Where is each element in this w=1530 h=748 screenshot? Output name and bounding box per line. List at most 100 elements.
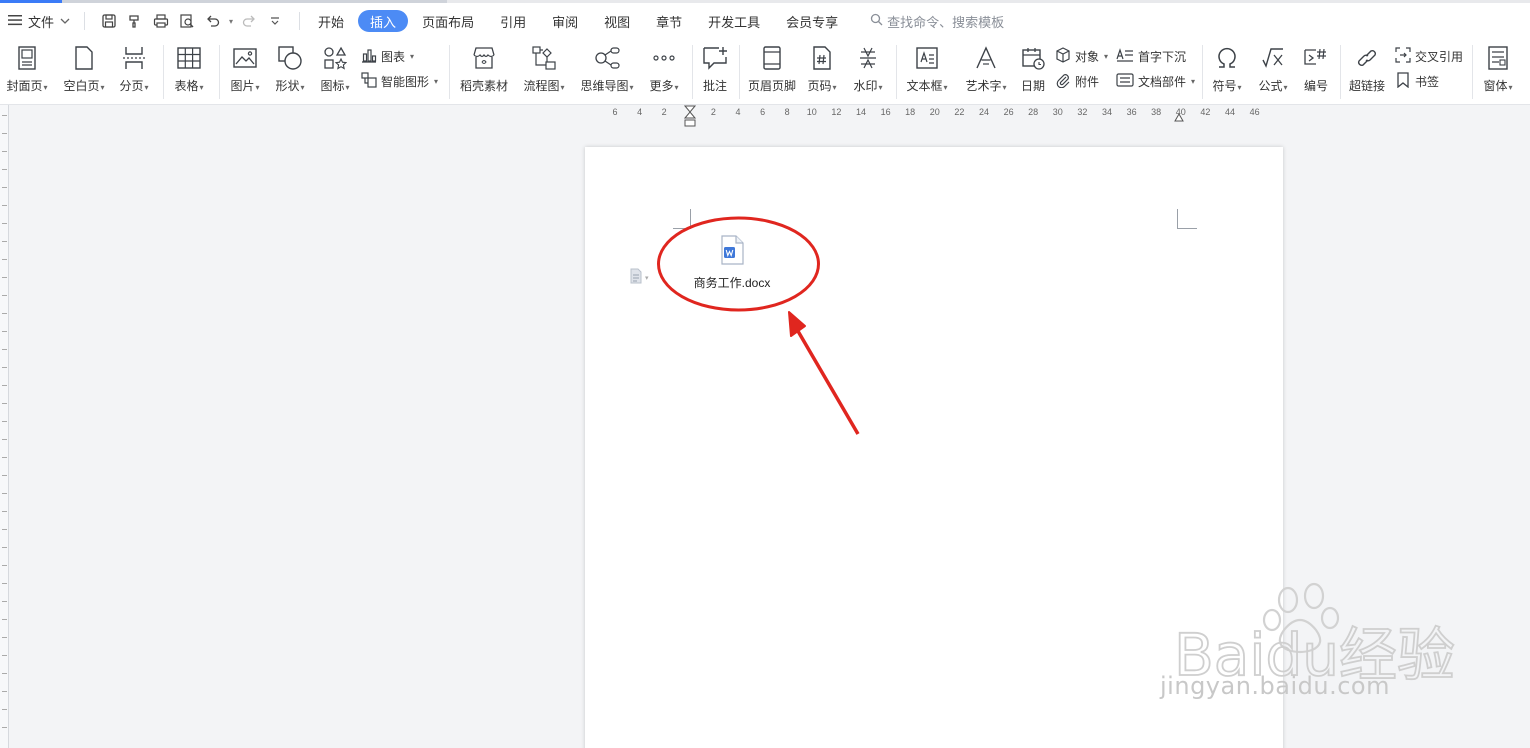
material-button[interactable]: 稻壳素材 [456, 39, 512, 94]
tab-home[interactable]: 开始 [306, 10, 356, 32]
ruler-tick-label: 2 [661, 107, 667, 117]
icon-library-label: 图标 [320, 79, 345, 93]
bookmark-button[interactable]: 书签 [1395, 72, 1439, 91]
flowchart-button[interactable]: 流程图▾ [519, 39, 569, 94]
ruler-tick [2, 349, 7, 350]
shape-icon [277, 45, 303, 71]
ruler-tick-label: 24 [978, 107, 990, 117]
calendar-icon [1020, 45, 1046, 71]
date-button[interactable]: 日期 [1017, 39, 1049, 94]
tab-insert[interactable]: 插入 [358, 10, 409, 32]
icon-library-button[interactable]: 图标▾ [317, 39, 353, 94]
textbox-label: 文本框 [906, 79, 943, 93]
ruler-tick [2, 493, 7, 494]
embedded-attachment[interactable]: 商务工作.docx [692, 235, 772, 291]
ruler-tick [2, 205, 7, 206]
divider [896, 45, 897, 99]
object-button[interactable]: 对象 ▾ [1055, 47, 1108, 66]
hyperlink-button[interactable]: 超链接 [1346, 39, 1388, 94]
wordart-icon [973, 45, 999, 71]
comment-button[interactable]: 批注 [698, 39, 732, 94]
attachment-button[interactable]: 附件 [1055, 72, 1099, 91]
ruler-right-indent-marker[interactable] [1174, 111, 1184, 125]
undo-icon[interactable] [203, 11, 223, 31]
horizontal-ruler[interactable]: 6 4 2 2 4 6 8 10 12 14 16 18 20 22 24 26 28 30 32 34 36 38 40 4… [0, 105, 1530, 121]
ruler-tick [2, 511, 7, 512]
ruler-indent-marker[interactable] [683, 105, 697, 130]
hamburger-icon [8, 14, 22, 29]
command-search[interactable]: 查找命令、搜索模板 [870, 12, 1004, 31]
mindmap-button[interactable]: 思维导图▾ [576, 39, 638, 94]
smartart-icon [361, 72, 377, 91]
header-footer-button[interactable]: 页眉页脚 [745, 39, 799, 94]
customize-toolbar-icon[interactable] [265, 11, 285, 31]
file-menu[interactable]: 文件 [0, 8, 78, 34]
material-store-icon [471, 45, 497, 71]
doc-parts-button[interactable]: 文档部件 ▾ [1116, 72, 1195, 91]
blank-page-icon [71, 45, 97, 71]
redo-icon[interactable] [239, 11, 259, 31]
ruler-tick [2, 133, 7, 134]
watermark-button[interactable]: 水印▾ [849, 39, 887, 94]
divider [449, 45, 450, 99]
ruler-tick [2, 691, 7, 692]
more-button[interactable]: 更多▾ [644, 39, 684, 94]
ruler-tick [2, 115, 7, 116]
ruler-tick [2, 619, 7, 620]
quick-access-toolbar: ▾ [91, 11, 293, 31]
ruler-tick [2, 727, 7, 728]
ruler-tick [2, 475, 7, 476]
tab-view[interactable]: 视图 [592, 10, 642, 32]
tab-references[interactable]: 引用 [488, 10, 538, 32]
form-window-button[interactable]: 窗体▾ [1480, 39, 1516, 94]
tab-section[interactable]: 章节 [644, 10, 694, 32]
ruler-tick-label: 36 [1126, 107, 1137, 117]
drop-cap-button[interactable]: 首字下沉 [1116, 47, 1186, 66]
bookmark-icon [1395, 72, 1411, 91]
table-button[interactable]: 表格▾ [171, 39, 207, 94]
print-icon[interactable] [151, 11, 171, 31]
ribbon-tabs: 开始 插入 页面布局 引用 审阅 视图 章节 开发工具 会员专享 [306, 10, 852, 32]
ruler-tick [2, 313, 7, 314]
smartart-button[interactable]: 智能图形 ▾ [361, 72, 438, 91]
page-break-icon [121, 45, 147, 71]
picture-button[interactable]: 图片▾ [227, 39, 263, 94]
doc-parts-icon [1116, 72, 1134, 91]
paragraph-options-handle[interactable]: ▾ [629, 268, 649, 287]
save-icon[interactable] [99, 11, 119, 31]
ruler-tick [2, 547, 7, 548]
tab-review[interactable]: 审阅 [540, 10, 590, 32]
cross-reference-button[interactable]: 交叉引用 [1395, 47, 1463, 66]
ruler-tick-label: 44 [1224, 107, 1236, 117]
undo-dropdown-icon[interactable]: ▾ [229, 17, 233, 26]
symbol-button[interactable]: 符号▾ [1209, 39, 1245, 94]
vertical-ruler[interactable] [0, 105, 9, 748]
tab-developer[interactable]: 开发工具 [696, 10, 772, 32]
ruler-tick-label: 34 [1101, 107, 1113, 117]
print-preview-icon[interactable] [177, 11, 197, 31]
watermark-icon [855, 45, 881, 71]
format-painter-icon[interactable] [125, 11, 145, 31]
numbering-button[interactable]: 编号 [1299, 39, 1333, 94]
blank-page-button[interactable]: 空白页▾ [61, 39, 107, 94]
ruler-tick [2, 583, 7, 584]
more-label: 更多 [649, 79, 674, 93]
cover-page-button[interactable]: 封面页▾ [4, 39, 50, 94]
page-number-button[interactable]: 页码▾ [803, 39, 841, 94]
ruler-tick-label: 32 [1077, 107, 1088, 117]
textbox-button[interactable]: 文本框▾ [903, 39, 951, 94]
symbol-label: 符号 [1212, 79, 1237, 93]
wordart-button[interactable]: 艺术字▾ [962, 39, 1010, 94]
omega-icon [1214, 45, 1240, 71]
tab-member[interactable]: 会员专享 [774, 10, 850, 32]
page-break-button[interactable]: 分页▾ [116, 39, 152, 94]
chart-button[interactable]: 图表 ▾ [361, 47, 414, 66]
formula-button[interactable]: 公式▾ [1255, 39, 1291, 94]
table-label: 表格 [174, 79, 199, 93]
tab-page-layout[interactable]: 页面布局 [410, 10, 486, 32]
shape-button[interactable]: 形状▾ [272, 39, 308, 94]
cover-page-icon [14, 45, 40, 71]
attachment-filename: 商务工作.docx [693, 276, 771, 290]
header-footer-icon [759, 45, 785, 71]
divider [1340, 45, 1341, 99]
